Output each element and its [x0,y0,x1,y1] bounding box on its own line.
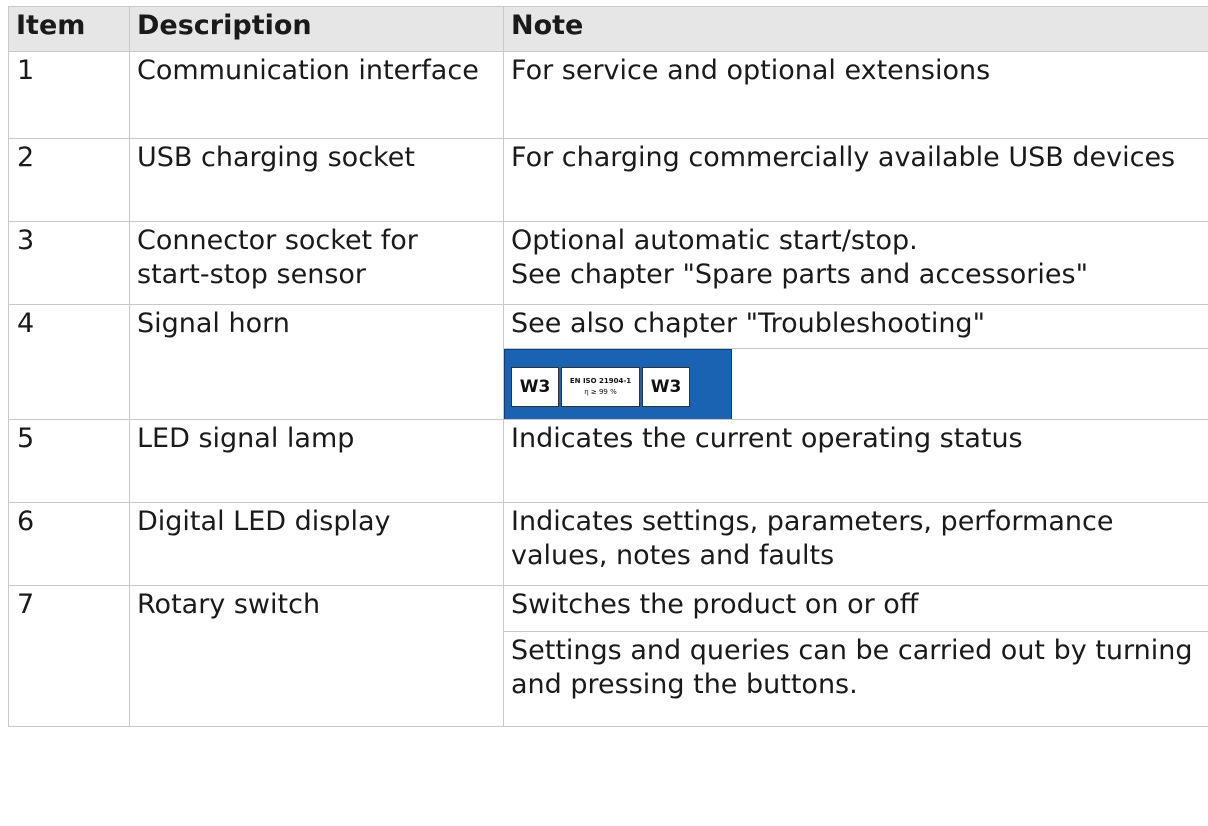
efficiency-marking-badge: W3 EN ISO 21904-1 η ≥ 99 % W3 [504,349,732,419]
item-number: 5 [8,419,130,503]
item-number: 1 [8,51,130,139]
components-table: Item Description Note 1 Communication in… [8,6,1208,727]
item-description: Connector socket for start-stop sensor [129,221,504,305]
marking-efficiency: η ≥ 99 % [584,388,617,396]
item-note: See also chapter "Troubleshooting" [503,304,1208,349]
item-note: For charging commercially available USB … [503,138,1208,222]
item-number: 2 [8,138,130,222]
table-row: 7 Rotary switch Switches the product on … [8,585,1208,727]
item-note: Switches the product on or off [503,585,1208,632]
item-number: 6 [8,502,130,586]
table-row: 3 Connector socket for start-stop sensor… [8,221,1208,305]
item-note-line: See chapter "Spare parts and accessories… [511,258,1089,290]
marking-standard-box: EN ISO 21904-1 η ≥ 99 % [561,367,640,407]
marking-class-right: W3 [642,367,690,407]
item-note-line: Optional automatic start/stop. [511,225,918,256]
item-note: For service and optional extensions [503,51,1208,139]
table-row: 6 Digital LED display Indicates settings… [8,502,1208,586]
item-note: Indicates settings, parameters, performa… [503,502,1208,586]
item-description: Communication interface [129,51,504,139]
item-number: 3 [8,221,130,305]
marking-standard: EN ISO 21904-1 [569,377,632,385]
item-number: 7 [8,585,130,727]
marking-class-left: W3 [511,367,559,407]
table-row: 2 USB charging socket For charging comme… [8,138,1208,222]
item-description: Digital LED display [129,502,504,586]
item-description: Signal horn [129,304,504,420]
table-row: 5 LED signal lamp Indicates the current … [8,419,1208,503]
header-description: Description [129,6,504,52]
item-description: LED signal lamp [129,419,504,503]
header-item: Item [8,6,130,52]
table-header-row: Item Description Note [8,6,1208,52]
item-note: Settings and queries can be carried out … [503,631,1208,727]
item-note: Indicates the current operating status [503,419,1208,503]
item-description: Rotary switch [129,585,504,727]
item-number: 4 [8,304,130,420]
item-description: USB charging socket [129,138,504,222]
table-row: 1 Communication interface For service an… [8,51,1208,139]
table-row: 4 Signal horn See also chapter "Troubles… [8,304,1208,420]
header-note: Note [503,6,1208,52]
item-note: Optional automatic start/stop. See chapt… [503,221,1208,305]
marking-cell: W3 EN ISO 21904-1 η ≥ 99 % W3 [503,348,1208,420]
